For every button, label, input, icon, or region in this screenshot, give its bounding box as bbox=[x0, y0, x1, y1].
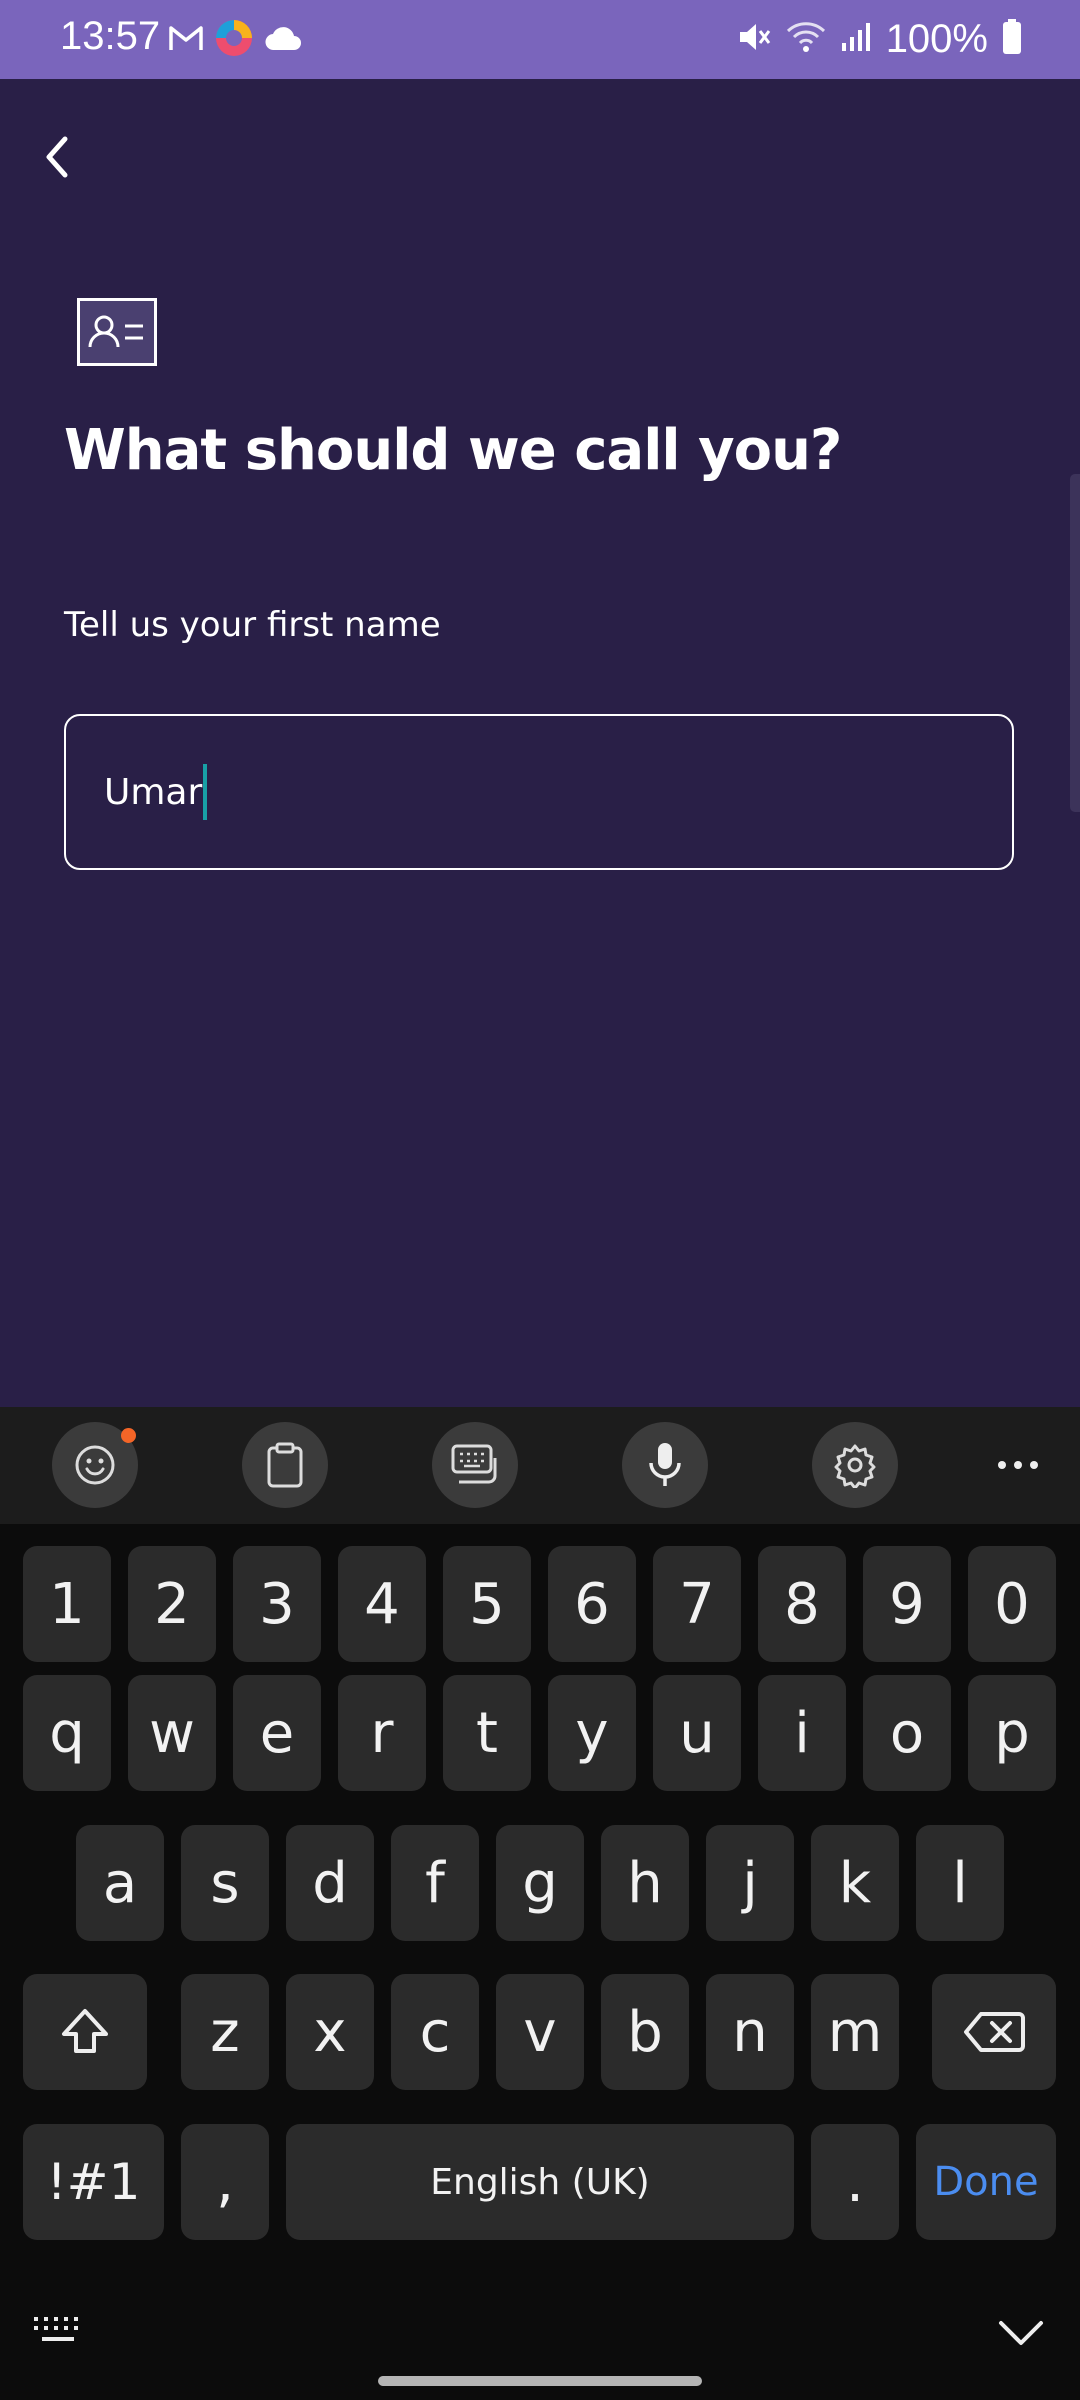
key-s[interactable]: s bbox=[181, 1825, 269, 1941]
app-header bbox=[0, 79, 1080, 229]
battery-percent: 100% bbox=[885, 16, 988, 61]
key-a[interactable]: a bbox=[76, 1825, 164, 1941]
voice-input-button[interactable] bbox=[622, 1422, 708, 1508]
notification-dot bbox=[121, 1428, 136, 1443]
emoji-button[interactable] bbox=[52, 1422, 138, 1508]
key-y[interactable]: y bbox=[548, 1675, 636, 1791]
more-options-button[interactable] bbox=[975, 1422, 1061, 1508]
key-0[interactable]: 0 bbox=[968, 1546, 1056, 1662]
key-5[interactable]: 5 bbox=[443, 1546, 531, 1662]
first-name-input[interactable]: Umar bbox=[64, 714, 1014, 870]
shift-key[interactable] bbox=[23, 1974, 147, 2090]
period-key[interactable]: . bbox=[811, 2124, 899, 2240]
text-caret bbox=[203, 764, 208, 820]
wifi-icon bbox=[786, 20, 826, 59]
key-2[interactable]: 2 bbox=[128, 1546, 216, 1662]
cloud-icon bbox=[264, 24, 304, 57]
keyboard-toolbar bbox=[0, 1407, 1080, 1524]
key-t[interactable]: t bbox=[443, 1675, 531, 1791]
signal-icon bbox=[840, 21, 872, 58]
shift-icon bbox=[62, 2009, 108, 2053]
status-bar: 13:57 100% bbox=[0, 0, 1080, 79]
page-subtitle: Tell us your first name bbox=[64, 605, 441, 645]
chevron-down-icon bbox=[999, 2321, 1043, 2345]
clipboard-icon bbox=[267, 1442, 303, 1488]
status-time: 13:57 bbox=[60, 14, 161, 58]
key-i[interactable]: i bbox=[758, 1675, 846, 1791]
key-4[interactable]: 4 bbox=[338, 1546, 426, 1662]
key-j[interactable]: j bbox=[706, 1825, 794, 1941]
key-m[interactable]: m bbox=[811, 1974, 899, 2090]
clipboard-button[interactable] bbox=[242, 1422, 328, 1508]
key-8[interactable]: 8 bbox=[758, 1546, 846, 1662]
key-1[interactable]: 1 bbox=[23, 1546, 111, 1662]
key-k[interactable]: k bbox=[811, 1825, 899, 1941]
key-7[interactable]: 7 bbox=[653, 1546, 741, 1662]
backspace-icon bbox=[964, 2012, 1025, 2052]
gmail-icon bbox=[168, 23, 204, 58]
key-p[interactable]: p bbox=[968, 1675, 1056, 1791]
key-e[interactable]: e bbox=[233, 1675, 321, 1791]
key-n[interactable]: n bbox=[706, 1974, 794, 2090]
chevron-left-icon bbox=[46, 136, 68, 178]
done-key[interactable]: Done bbox=[916, 2124, 1056, 2240]
key-w[interactable]: w bbox=[128, 1675, 216, 1791]
key-h[interactable]: h bbox=[601, 1825, 689, 1941]
mute-icon bbox=[736, 19, 772, 60]
key-z[interactable]: z bbox=[181, 1974, 269, 2090]
hide-keyboard-button[interactable] bbox=[988, 2308, 1054, 2358]
comma-key[interactable]: , bbox=[181, 2124, 269, 2240]
key-q[interactable]: q bbox=[23, 1675, 111, 1791]
key-c[interactable]: c bbox=[391, 1974, 479, 2090]
first-name-value: Umar bbox=[104, 771, 203, 813]
key-f[interactable]: f bbox=[391, 1825, 479, 1941]
keyboard-icon bbox=[34, 2317, 78, 2341]
keyboard-switch-button[interactable] bbox=[28, 2305, 88, 2355]
keyboard-settings-button[interactable] bbox=[812, 1422, 898, 1508]
symbols-key[interactable]: !#1 bbox=[23, 2124, 164, 2240]
home-indicator[interactable] bbox=[378, 2376, 702, 2386]
emoji-icon bbox=[75, 1445, 115, 1485]
key-u[interactable]: u bbox=[653, 1675, 741, 1791]
key-l[interactable]: l bbox=[916, 1825, 1004, 1941]
scroll-indicator bbox=[1070, 474, 1080, 812]
backspace-key[interactable] bbox=[932, 1974, 1056, 2090]
mic-icon bbox=[649, 1443, 681, 1486]
key-d[interactable]: d bbox=[286, 1825, 374, 1941]
key-6[interactable]: 6 bbox=[548, 1546, 636, 1662]
browser-icon bbox=[214, 18, 254, 63]
keyboard-mode-icon bbox=[451, 1444, 497, 1484]
first-name-value-wrap: Umar bbox=[104, 716, 208, 868]
key-g[interactable]: g bbox=[496, 1825, 584, 1941]
key-r[interactable]: r bbox=[338, 1675, 426, 1791]
key-x[interactable]: x bbox=[286, 1974, 374, 2090]
key-3[interactable]: 3 bbox=[233, 1546, 321, 1662]
key-v[interactable]: v bbox=[496, 1974, 584, 2090]
key-b[interactable]: b bbox=[601, 1974, 689, 2090]
settings-icon bbox=[834, 1444, 876, 1488]
more-icon bbox=[998, 1461, 1038, 1469]
key-9[interactable]: 9 bbox=[863, 1546, 951, 1662]
battery-icon bbox=[1002, 18, 1022, 60]
key-o[interactable]: o bbox=[863, 1675, 951, 1791]
status-right-icons: 100% bbox=[736, 14, 1022, 64]
back-button[interactable] bbox=[30, 129, 86, 185]
space-key[interactable]: English (UK) bbox=[286, 2124, 794, 2240]
page-title: What should we call you? bbox=[64, 418, 842, 483]
status-left-icons bbox=[168, 18, 304, 62]
id-card-icon bbox=[77, 298, 157, 366]
keyboard-mode-button[interactable] bbox=[432, 1422, 518, 1508]
